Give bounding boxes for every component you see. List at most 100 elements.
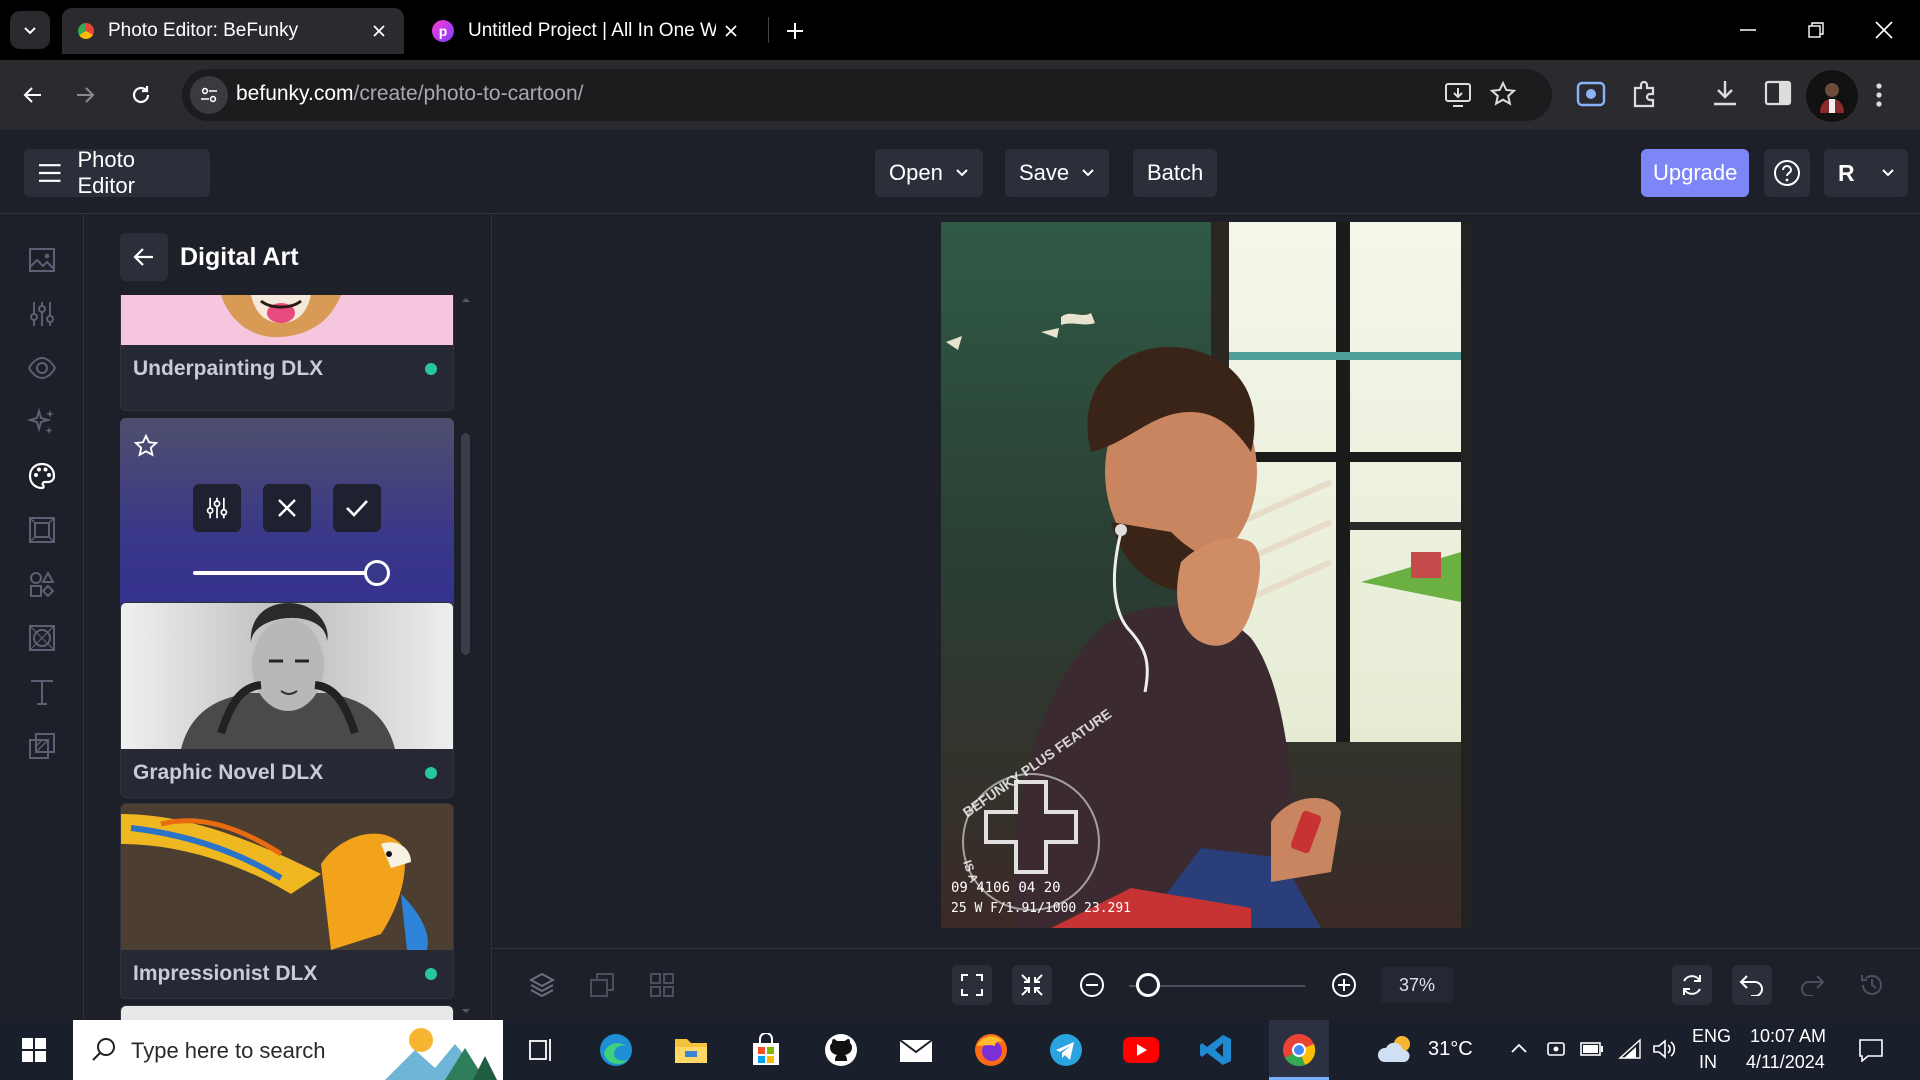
youtube-icon[interactable] — [1119, 1028, 1163, 1072]
help-button[interactable] — [1764, 149, 1810, 197]
palette-icon[interactable] — [24, 458, 60, 494]
weather-cloud-icon[interactable] — [1378, 1034, 1416, 1064]
browser-menu-icon[interactable] — [1874, 80, 1884, 110]
reset-button[interactable] — [1672, 965, 1712, 1005]
favorite-star-icon[interactable] — [134, 434, 158, 458]
volume-icon[interactable] — [1652, 1039, 1676, 1059]
texture-icon[interactable] — [24, 620, 60, 656]
store-icon[interactable] — [744, 1028, 788, 1072]
notifications-icon[interactable] — [1858, 1038, 1884, 1062]
text-icon[interactable] — [24, 674, 60, 710]
start-button[interactable] — [12, 1028, 56, 1072]
task-view-icon[interactable] — [518, 1028, 562, 1072]
browser-nav-bar: befunky.com/create/photo-to-cartoon/ — [0, 60, 1920, 130]
vscode-icon[interactable] — [1194, 1028, 1238, 1072]
minimize-button[interactable] — [1714, 0, 1782, 60]
close-tab-icon[interactable] — [716, 16, 746, 46]
wifi-icon[interactable] — [1618, 1038, 1642, 1060]
zoom-in-button[interactable] — [1324, 965, 1364, 1005]
photo-editor-menu-button[interactable]: Photo Editor — [24, 147, 210, 198]
taskbar-search-box[interactable]: Type here to search — [73, 1020, 503, 1080]
github-icon[interactable] — [819, 1028, 863, 1072]
back-button[interactable] — [12, 74, 54, 116]
downloads-icon[interactable] — [1710, 78, 1740, 108]
chrome-taskbar-button[interactable] — [1269, 1020, 1329, 1080]
zoom-slider-thumb[interactable] — [1136, 973, 1161, 997]
compare-icon[interactable] — [582, 965, 622, 1005]
chevron-down-icon — [956, 169, 968, 177]
strength-slider-thumb[interactable] — [364, 560, 390, 586]
history-button[interactable] — [1852, 965, 1892, 1005]
edited-photo[interactable]: BEFUNKY PLUS FEATURE IS A 09 4106 04 20 … — [941, 222, 1471, 928]
tab-search-button[interactable] — [10, 11, 50, 49]
clock-time[interactable]: 10:07 AM — [1750, 1026, 1826, 1047]
effect-settings-card — [120, 418, 454, 612]
save-button[interactable]: Save — [1005, 149, 1110, 197]
apply-effect-button[interactable] — [333, 484, 381, 532]
effect-card-underpainting[interactable]: Underpainting DLX — [120, 295, 454, 411]
batch-button[interactable]: Batch — [1133, 149, 1218, 197]
panel-scrollbar-thumb[interactable] — [461, 433, 470, 655]
edge-icon[interactable] — [594, 1028, 638, 1072]
address-bar[interactable]: befunky.com/create/photo-to-cartoon/ — [182, 69, 1552, 121]
bookmark-star-icon[interactable] — [1490, 81, 1516, 107]
zoom-percentage[interactable]: 37% — [1381, 967, 1453, 1003]
eye-icon[interactable] — [24, 350, 60, 386]
strength-slider-track[interactable] — [193, 571, 377, 575]
cancel-effect-button[interactable] — [263, 484, 311, 532]
extensions-icon[interactable] — [1630, 79, 1660, 109]
shapes-icon[interactable] — [24, 566, 60, 602]
grid-view-icon[interactable] — [642, 965, 682, 1005]
new-tab-button[interactable] — [776, 12, 814, 50]
upgrade-button[interactable]: Upgrade — [1641, 149, 1750, 197]
tab-photo-editor[interactable]: Photo Editor: BeFunky — [62, 8, 404, 54]
effect-card-next[interactable] — [120, 1005, 454, 1020]
mail-icon[interactable] — [894, 1028, 938, 1072]
account-menu-button[interactable]: R — [1824, 149, 1908, 197]
effect-settings-button[interactable] — [193, 484, 241, 532]
minimize-icon — [1740, 29, 1756, 31]
meet-now-icon[interactable] — [1546, 1039, 1566, 1059]
underpainting-thumbnail — [121, 295, 453, 345]
restore-button[interactable] — [1782, 0, 1850, 60]
account-initial: R — [1838, 159, 1855, 186]
telegram-icon[interactable] — [1044, 1028, 1088, 1072]
sparkle-icon[interactable] — [24, 404, 60, 440]
panel-back-button[interactable] — [120, 233, 168, 281]
language-bottom[interactable]: IN — [1699, 1052, 1717, 1073]
fullscreen-button[interactable] — [952, 965, 992, 1005]
image-icon[interactable] — [24, 242, 60, 278]
site-info-icon[interactable] — [190, 76, 228, 114]
scroll-down-icon[interactable] — [461, 1008, 471, 1014]
battery-icon[interactable] — [1580, 1041, 1604, 1057]
firefox-icon[interactable] — [969, 1028, 1013, 1072]
help-icon — [1774, 160, 1800, 186]
redo-button[interactable] — [1792, 965, 1832, 1005]
fit-to-screen-button[interactable] — [1012, 965, 1052, 1005]
close-tab-icon[interactable] — [364, 16, 394, 46]
profile-avatar[interactable] — [1806, 70, 1858, 122]
zoom-out-button[interactable] — [1072, 965, 1112, 1005]
reload-button[interactable] — [120, 74, 162, 116]
close-window-button[interactable] — [1850, 0, 1918, 60]
open-button[interactable]: Open — [875, 149, 983, 197]
sliders-icon[interactable] — [24, 296, 60, 332]
install-app-icon[interactable] — [1444, 82, 1472, 108]
effect-card-impressionist[interactable]: Impressionist DLX — [120, 803, 454, 999]
language-top[interactable]: ENG — [1692, 1026, 1731, 1047]
scroll-up-icon[interactable] — [461, 297, 471, 303]
weather-temp[interactable]: 31°C — [1428, 1038, 1473, 1061]
layers-icon[interactable] — [522, 965, 562, 1005]
overlay-icon[interactable] — [24, 728, 60, 764]
url-path: /create/photo-to-cartoon/ — [353, 82, 584, 105]
effect-card-graphic-novel[interactable]: Graphic Novel DLX — [120, 602, 454, 798]
undo-button[interactable] — [1732, 965, 1772, 1005]
clock-date[interactable]: 4/11/2024 — [1746, 1052, 1825, 1073]
forward-button[interactable] — [64, 74, 106, 116]
file-explorer-icon[interactable] — [669, 1028, 713, 1072]
screen-capture-icon[interactable] — [1576, 80, 1606, 108]
tray-chevron-up-icon[interactable] — [1510, 1042, 1528, 1054]
frame-icon[interactable] — [24, 512, 60, 548]
side-panel-icon[interactable] — [1764, 80, 1792, 106]
tab-untitled-project[interactable]: p Untitled Project | All In One Wel — [416, 8, 756, 54]
